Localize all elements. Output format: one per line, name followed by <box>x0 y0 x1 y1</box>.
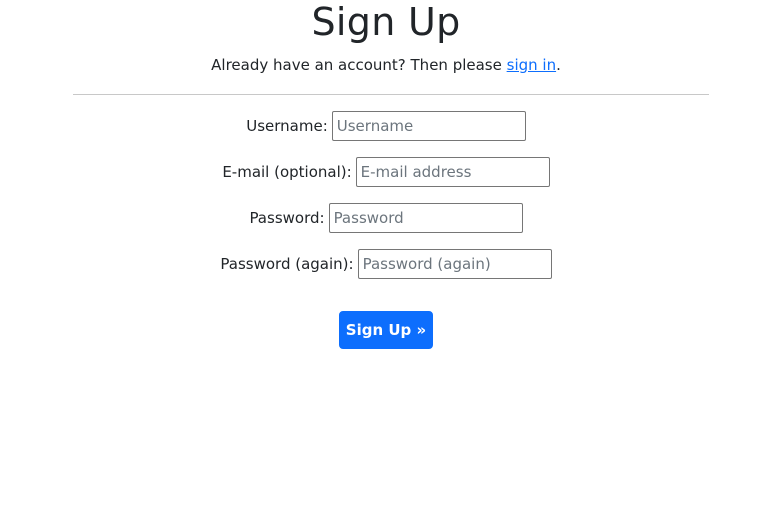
signup-page: Sign Up Already have an account? Then pl… <box>0 0 772 517</box>
username-label: Username: <box>246 117 328 135</box>
password-row: Password: <box>0 203 772 233</box>
username-row: Username: <box>0 111 772 141</box>
submit-wrap: Sign Up » <box>0 311 772 349</box>
divider <box>73 94 709 95</box>
signin-prompt-period: . <box>556 56 561 74</box>
signin-link[interactable]: sign in <box>507 56 556 74</box>
page-title: Sign Up <box>311 0 461 44</box>
password-input[interactable] <box>328 203 523 233</box>
email-input[interactable] <box>355 157 550 187</box>
signin-prompt: Already have an account? Then please sig… <box>0 54 772 76</box>
email-label: E-mail (optional): <box>222 163 352 181</box>
username-input[interactable] <box>331 111 526 141</box>
signup-button[interactable]: Sign Up » <box>339 311 433 349</box>
email-row: E-mail (optional): <box>0 157 772 187</box>
password-label: Password: <box>249 209 325 227</box>
signin-prompt-text: Already have an account? Then please <box>211 56 507 74</box>
password-again-label: Password (again): <box>220 255 354 273</box>
password-again-row: Password (again): <box>0 249 772 279</box>
password-again-input[interactable] <box>357 249 552 279</box>
